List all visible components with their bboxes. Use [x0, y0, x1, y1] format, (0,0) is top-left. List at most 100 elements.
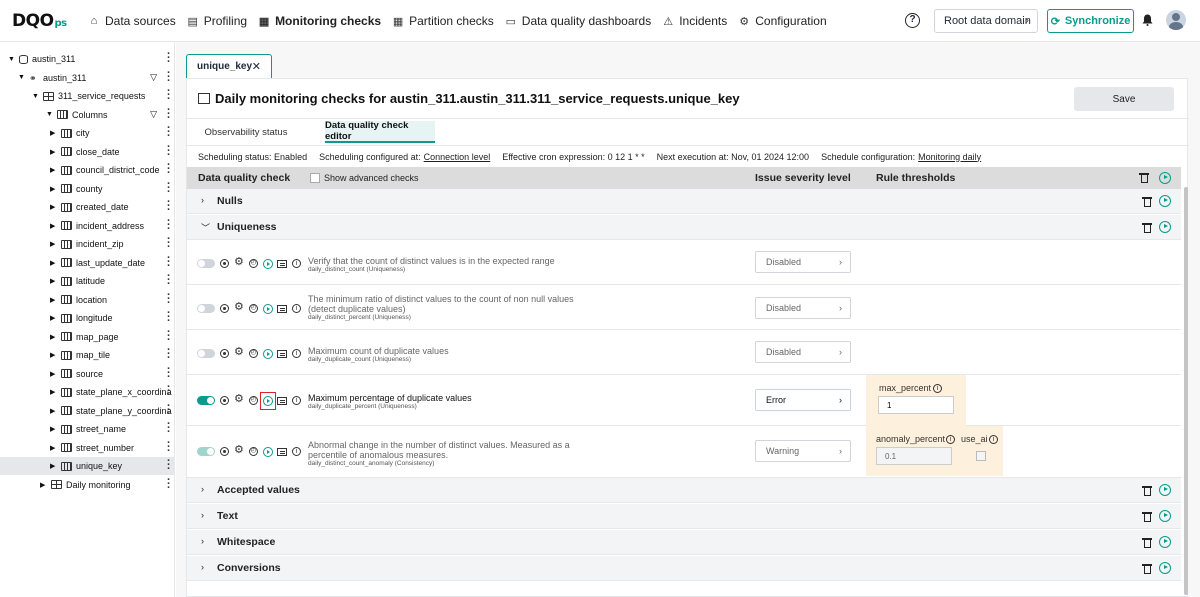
gear-icon[interactable]: ⚙	[234, 394, 244, 405]
info-icon[interactable]: i	[989, 435, 998, 444]
caret-right-icon[interactable]: ▶	[50, 444, 58, 452]
tree-item[interactable]: ▶ latitude · · ·	[0, 271, 175, 290]
more-menu-icon[interactable]: · · ·	[167, 141, 171, 160]
more-menu-icon[interactable]: · · ·	[167, 271, 171, 290]
data-domain-button[interactable]: Root data domain ›	[934, 9, 1038, 33]
tree-item[interactable]: ▶ county · · ·	[0, 178, 175, 198]
caret-right-icon[interactable]: ▶	[50, 351, 58, 359]
chevron-right-icon[interactable]: ›	[201, 484, 204, 494]
run-icon[interactable]	[1159, 562, 1171, 574]
gear-icon[interactable]: ⚙	[234, 257, 244, 268]
chevron-right-icon[interactable]: ›	[201, 562, 204, 572]
category-row[interactable]: › Whitespace	[187, 530, 1181, 555]
check-toggle[interactable]	[197, 304, 215, 313]
bell-icon[interactable]	[1142, 14, 1153, 26]
tree-item[interactable]: ▶ incident_address · · ·	[0, 215, 175, 235]
synchronize-button[interactable]: ⟳ Synchronize	[1047, 9, 1134, 33]
clock-icon[interactable]: ◴	[249, 259, 258, 268]
tree-item[interactable]: ▶ source · · ·	[0, 363, 175, 383]
more-menu-icon[interactable]: · · ·	[167, 400, 171, 419]
results-icon[interactable]	[277, 448, 287, 456]
tree-item[interactable]: ▶ council_district_code · · ·	[0, 160, 175, 179]
run-check-icon[interactable]	[263, 447, 273, 457]
more-menu-icon[interactable]: · · ·	[167, 289, 171, 308]
info-icon[interactable]: i	[292, 304, 301, 313]
run-check-icon[interactable]	[263, 349, 273, 359]
category-row[interactable]: › Text	[187, 504, 1181, 529]
caret-right-icon[interactable]: ▶	[50, 314, 58, 322]
nav-configuration[interactable]: ⚙ Configuration	[738, 14, 826, 28]
more-menu-icon[interactable]: · · ·	[167, 197, 171, 216]
caret-right-icon[interactable]: ▶	[50, 370, 58, 378]
run-icon[interactable]	[1159, 172, 1171, 184]
caret-right-icon[interactable]: ▶	[50, 129, 58, 137]
target-icon[interactable]	[220, 259, 229, 268]
caret-down-icon[interactable]: ▼	[46, 111, 54, 118]
anomaly-percent-input[interactable]	[876, 447, 952, 465]
run-check-icon[interactable]	[263, 259, 273, 269]
trash-icon[interactable]	[1139, 172, 1149, 183]
caret-right-icon[interactable]: ▶	[50, 148, 58, 156]
target-icon[interactable]	[220, 396, 229, 405]
more-menu-icon[interactable]: · · ·	[167, 234, 171, 253]
category-row[interactable]: › Accepted values	[187, 478, 1181, 503]
tree-item[interactable]: ▶ incident_zip · · ·	[0, 234, 175, 253]
filter-icon[interactable]: ▽	[150, 109, 157, 120]
help-icon[interactable]: ?	[905, 13, 920, 28]
tree-item[interactable]: ▶ map_page · · ·	[0, 326, 175, 346]
severity-select[interactable]: Disabled ›	[755, 251, 851, 273]
tree-item[interactable]: ▼ ⚭ austin_311 ▽ · · ·	[0, 67, 175, 87]
caret-down-icon[interactable]: ▼	[8, 56, 16, 63]
more-menu-icon[interactable]: · · ·	[167, 419, 171, 438]
more-menu-icon[interactable]: · · ·	[167, 382, 171, 401]
filter-icon[interactable]: ▽	[150, 72, 157, 83]
tree-item[interactable]: ▶ Daily monitoring · · ·	[0, 474, 175, 494]
more-menu-icon[interactable]: · · ·	[167, 326, 171, 345]
tree-item[interactable]: ▶ unique_key · · ·	[0, 456, 175, 475]
run-check-icon[interactable]	[263, 304, 273, 314]
run-icon[interactable]	[1159, 510, 1171, 522]
more-menu-icon[interactable]: · · ·	[167, 215, 171, 234]
nav-incidents[interactable]: ⚠ Incidents	[662, 14, 727, 28]
more-menu-icon[interactable]: · · ·	[167, 104, 171, 123]
tree-item[interactable]: ▶ street_name · · ·	[0, 419, 175, 438]
check-toggle[interactable]	[197, 396, 215, 405]
tree-item[interactable]: ▶ state_plane_y_coordina · · ·	[0, 400, 175, 420]
more-menu-icon[interactable]: · · ·	[167, 345, 171, 364]
run-icon[interactable]	[1159, 484, 1171, 496]
tree-item[interactable]: ▼ 311_service_requests · · ·	[0, 86, 175, 105]
nav-dashboards[interactable]: ▭ Data quality dashboards	[505, 14, 652, 28]
gear-icon[interactable]: ⚙	[234, 445, 244, 456]
caret-right-icon[interactable]: ▶	[50, 296, 58, 304]
tab-check-editor[interactable]: Data quality check editor	[325, 120, 435, 143]
caret-right-icon[interactable]: ▶	[40, 481, 48, 489]
tree-item[interactable]: ▶ close_date · · ·	[0, 141, 175, 161]
results-icon[interactable]	[277, 305, 287, 313]
scrollbar[interactable]	[1184, 187, 1188, 595]
more-menu-icon[interactable]: · · ·	[167, 252, 171, 271]
gear-icon[interactable]: ⚙	[234, 302, 244, 313]
more-menu-icon[interactable]: · · ·	[167, 123, 171, 142]
user-avatar[interactable]	[1166, 10, 1186, 30]
trash-icon[interactable]	[1142, 563, 1152, 574]
tree-item[interactable]: ▶ last_update_date · · ·	[0, 252, 175, 272]
caret-right-icon[interactable]: ▶	[50, 185, 58, 193]
target-icon[interactable]	[220, 447, 229, 456]
more-menu-icon[interactable]: · · ·	[167, 437, 171, 456]
max-percent-input[interactable]	[878, 396, 954, 414]
tab-unique-key[interactable]: unique_key ✕	[186, 54, 272, 78]
close-icon[interactable]: ✕	[252, 60, 261, 73]
connection-level-link[interactable]: Connection level	[424, 152, 491, 162]
more-menu-icon[interactable]: · · ·	[167, 67, 171, 86]
target-icon[interactable]	[220, 349, 229, 358]
clock-icon[interactable]: ◴	[249, 304, 258, 313]
severity-select[interactable]: Disabled ›	[755, 297, 851, 319]
info-icon[interactable]: i	[292, 396, 301, 405]
advanced-checkbox[interactable]	[310, 173, 320, 183]
info-icon[interactable]: i	[933, 384, 942, 393]
category-row[interactable]: › Nulls	[187, 189, 1181, 214]
nav-profiling[interactable]: ▤ Profiling	[187, 14, 248, 28]
caret-right-icon[interactable]: ▶	[50, 388, 58, 396]
caret-down-icon[interactable]: ▼	[32, 93, 40, 100]
caret-right-icon[interactable]: ▶	[50, 333, 58, 341]
